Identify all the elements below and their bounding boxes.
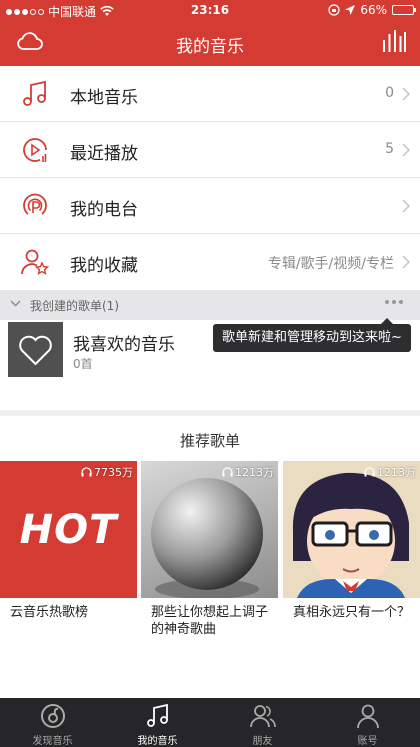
playlist-name: 我喜欢的音乐 xyxy=(73,335,175,355)
menu-row-recent-play[interactable]: 最近播放 5 xyxy=(0,122,420,178)
netease-logo-icon xyxy=(40,704,65,728)
section-heading: 推荐歌单 xyxy=(179,432,240,450)
favorite-user-star-icon xyxy=(21,249,50,275)
tab-bar: 发现音乐 我的音乐 朋友 账号 xyxy=(0,698,420,747)
chevron-right-icon xyxy=(402,255,410,269)
recommend-card[interactable]: 1213万 那些让你想起上调子的神奇歌曲 xyxy=(141,461,278,638)
tab-my-music[interactable]: 我的音乐 xyxy=(105,698,210,747)
music-note-icon xyxy=(23,80,46,106)
now-playing-icon[interactable] xyxy=(382,29,406,53)
section-title: 我创建的歌单(1) xyxy=(30,299,119,313)
my-music-menu: 本地音乐 0 最近播放 5 我的电台 我的收藏 专辑/歌手/视频/专栏 xyxy=(0,66,420,290)
music-note-icon xyxy=(146,703,168,727)
playlist-count: 0首 xyxy=(73,357,93,371)
rotation-lock-icon xyxy=(328,4,340,16)
tab-label: 我的音乐 xyxy=(137,736,178,747)
card-caption: 那些让你想起上调子的神奇歌曲 xyxy=(151,605,269,637)
radio-icon xyxy=(23,193,47,215)
menu-row-my-radio[interactable]: 我的电台 xyxy=(0,178,420,234)
play-count: 7735万 xyxy=(81,464,133,480)
playlist-cover xyxy=(8,322,63,377)
tooltip: 歌单新建和管理移动到这来啦~ xyxy=(213,318,411,352)
headphones-icon xyxy=(81,467,92,477)
battery-icon xyxy=(392,5,416,15)
anime-character-image xyxy=(283,461,420,598)
menu-row-label: 我的收藏 xyxy=(70,256,138,276)
page-title: 我的音乐 xyxy=(176,37,244,57)
tab-account[interactable]: 账号 xyxy=(315,698,420,747)
chevron-right-icon xyxy=(402,87,410,101)
menu-row-value: 5 xyxy=(385,141,394,157)
tab-label: 朋友 xyxy=(252,736,273,747)
created-playlists-header[interactable]: 我创建的歌单(1) xyxy=(0,290,420,320)
tab-discover[interactable]: 发现音乐 xyxy=(0,698,105,747)
tab-label: 发现音乐 xyxy=(32,736,73,747)
menu-row-value: 0 xyxy=(385,85,394,101)
friends-icon xyxy=(249,705,276,728)
hot-cover-text: HOT xyxy=(19,507,118,553)
menu-row-my-collection[interactable]: 我的收藏 专辑/歌手/视频/专栏 xyxy=(0,234,420,290)
account-icon xyxy=(356,704,379,729)
play-count: 1213万 xyxy=(364,464,416,480)
status-bar: 中国联通 23:16 66% xyxy=(0,0,420,20)
card-caption: 云音乐热歌榜 xyxy=(10,605,89,620)
chevron-right-icon xyxy=(402,143,410,157)
menu-row-label: 本地音乐 xyxy=(70,88,138,108)
card-cover: 1213万 xyxy=(141,461,278,598)
location-icon xyxy=(345,4,356,15)
heart-icon xyxy=(19,335,52,366)
menu-row-label: 最近播放 xyxy=(70,144,138,164)
chevron-right-icon xyxy=(402,199,410,213)
recommended-section: 推荐歌单 HOT 7735万 云音乐热歌榜 1213万 那些让你想起上调子的神奇… xyxy=(0,416,420,698)
play-count-text: 1213万 xyxy=(235,466,274,479)
tab-label: 账号 xyxy=(357,736,378,747)
app-header: 我的音乐 xyxy=(0,20,420,66)
tab-friends[interactable]: 朋友 xyxy=(210,698,315,747)
battery-percent: 66% xyxy=(360,3,387,17)
chevron-down-icon xyxy=(10,300,21,307)
headphones-icon xyxy=(364,467,375,477)
menu-row-value: 专辑/歌手/视频/专栏 xyxy=(267,256,394,272)
recommend-card[interactable]: 1213万 真相永远只有一个？ xyxy=(283,461,420,621)
play-count-text: 7735万 xyxy=(94,466,133,479)
sphere-image xyxy=(151,478,263,598)
headphones-icon xyxy=(222,467,233,477)
play-count-text: 1213万 xyxy=(377,466,416,479)
recent-play-icon xyxy=(23,138,47,162)
card-cover: 1213万 xyxy=(283,461,420,598)
more-options-icon[interactable] xyxy=(384,299,404,305)
card-caption: 真相永远只有一个？ xyxy=(293,605,411,620)
play-count: 1213万 xyxy=(222,464,274,480)
menu-row-label: 我的电台 xyxy=(70,200,138,220)
recommend-card[interactable]: HOT 7735万 云音乐热歌榜 xyxy=(0,461,137,621)
menu-row-local-music[interactable]: 本地音乐 0 xyxy=(0,66,420,122)
card-cover: HOT 7735万 xyxy=(0,461,137,598)
